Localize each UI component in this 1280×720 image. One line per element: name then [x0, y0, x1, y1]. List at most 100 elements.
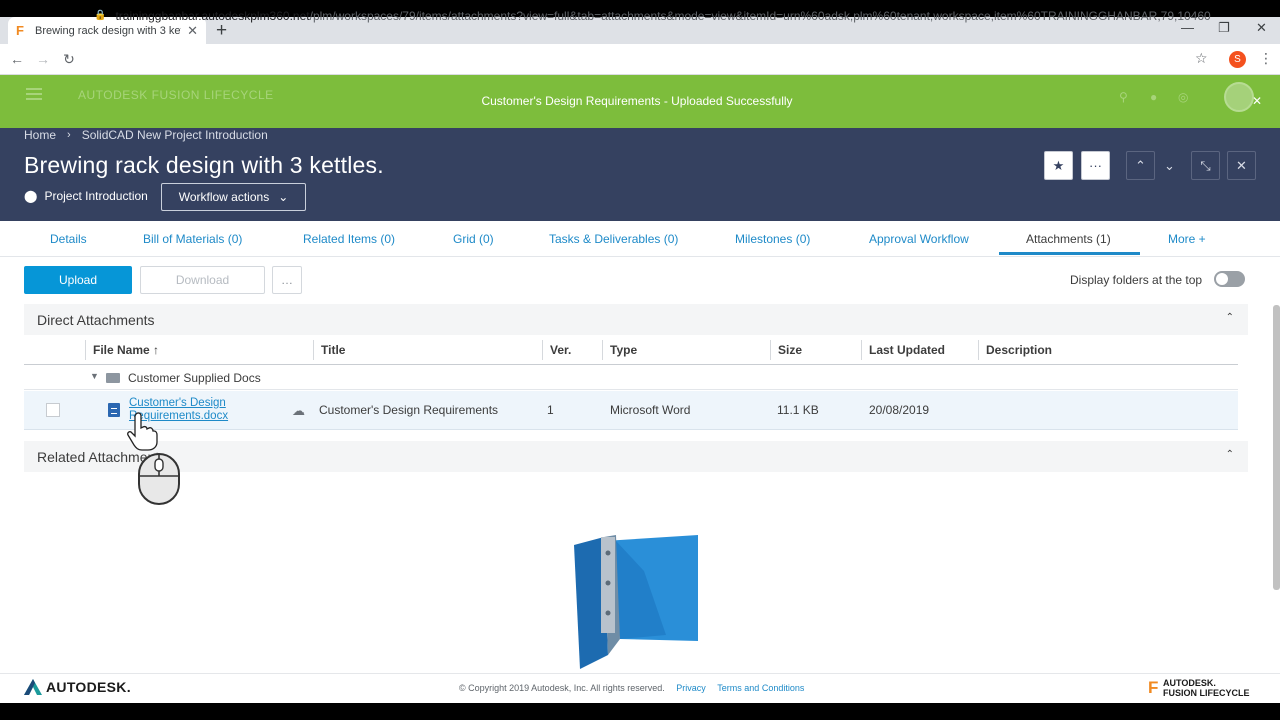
back-icon[interactable]: ←	[4, 51, 30, 67]
file-size: 11.1 KB	[777, 403, 819, 417]
empty-binder-icon	[574, 535, 698, 669]
column-divider	[602, 340, 603, 360]
next-item-icon[interactable]: ⌄	[1155, 151, 1184, 180]
autodesk-logo[interactable]: AUTODESK.	[24, 679, 131, 695]
previous-item-icon[interactable]: ⌃	[1126, 151, 1155, 180]
tab-grid[interactable]: Grid (0)	[453, 232, 494, 246]
file-title: Customer's Design Requirements	[319, 403, 499, 417]
url-path: /plm/workspaces/79/items/attachments?vie…	[309, 8, 1211, 23]
page-title: Brewing rack design with 3 kettles.	[24, 152, 384, 178]
direct-attachments-title: Direct Attachments	[37, 311, 155, 328]
window-close-icon[interactable]: ✕	[1256, 20, 1267, 36]
upload-button[interactable]: Upload	[24, 266, 132, 294]
row-checkbox[interactable]	[46, 403, 60, 417]
scrollbar[interactable]	[1273, 305, 1280, 590]
success-toast: Customer's Design Requirements - Uploade…	[481, 94, 793, 108]
hand-cursor-icon	[127, 412, 158, 451]
workflow-state: ⬤ Project Introduction	[24, 189, 148, 203]
forward-icon[interactable]: →	[30, 51, 56, 67]
browser-menu-icon[interactable]: ⋮	[1259, 50, 1273, 67]
chevron-right-icon: ›	[67, 129, 71, 141]
folder-icon	[106, 373, 120, 383]
hamburger-menu-icon[interactable]	[26, 88, 42, 103]
word-document-icon	[108, 403, 120, 417]
tab-tasks[interactable]: Tasks & Deliverables (0)	[549, 232, 678, 246]
column-divider	[861, 340, 862, 360]
column-divider	[770, 340, 771, 360]
direct-attachments-header[interactable]: Direct Attachments ⌃	[24, 304, 1248, 335]
column-divider	[313, 340, 314, 360]
tab-bom[interactable]: Bill of Materials (0)	[143, 232, 242, 246]
tab-approval-workflow[interactable]: Approval Workflow	[869, 232, 969, 246]
fusion-f-icon: F	[1148, 678, 1159, 697]
folder-name: Customer Supplied Docs	[128, 371, 261, 385]
folder-row[interactable]: ▼ Customer Supplied Docs	[24, 366, 1238, 390]
cloud-upload-icon[interactable]: ☁	[292, 403, 305, 419]
copyright: © Copyright 2019 Autodesk, Inc. All righ…	[459, 683, 804, 693]
collapse-chevron-icon[interactable]: ⌃	[1226, 312, 1234, 323]
collapse-view-icon[interactable]: ⤡	[1191, 151, 1220, 180]
file-last-updated: 20/08/2019	[869, 403, 930, 417]
col-file-name-label: File Name	[93, 343, 150, 357]
more-actions-icon[interactable]: ···	[1081, 151, 1110, 180]
col-size[interactable]: Size	[778, 343, 802, 357]
workflow-state-label: Project Introduction	[44, 189, 148, 203]
notification-icon[interactable]: ●	[1150, 90, 1157, 104]
sort-ascending-icon: ↑	[153, 343, 160, 357]
favorite-star-icon[interactable]: ★	[1044, 151, 1073, 180]
folders-toggle-label: Display folders at the top	[1070, 273, 1203, 287]
copyright-text: © Copyright 2019 Autodesk, Inc. All righ…	[459, 683, 665, 693]
workflow-actions-button[interactable]: Workflow actions ⌄	[161, 183, 306, 211]
toast-close-icon[interactable]: ✕	[1252, 94, 1262, 108]
bookmark-star-icon[interactable]: ☆	[1195, 50, 1208, 67]
user-avatar[interactable]	[1224, 82, 1254, 112]
expand-caret-icon[interactable]: ▼	[90, 371, 99, 381]
close-item-icon[interactable]: ✕	[1227, 151, 1256, 180]
active-tab-indicator	[999, 252, 1140, 255]
profile-avatar[interactable]: S	[1229, 51, 1246, 68]
reload-icon[interactable]: ↻	[56, 51, 82, 68]
autodesk-a-icon	[24, 679, 42, 695]
table-row[interactable]: Customer's Design Requirements.docx ☁ Cu…	[24, 391, 1238, 430]
fusion-lifecycle-logo: F AUTODESK. FUSION LIFECYCLE	[1148, 678, 1250, 698]
file-type: Microsoft Word	[610, 403, 691, 417]
column-divider	[978, 340, 979, 360]
toolbar-more-button[interactable]: …	[272, 266, 302, 294]
download-button[interactable]: Download	[140, 266, 265, 294]
url-field[interactable]: 🔒 traininggbanbar.autodeskplm360.net/plm…	[94, 3, 1216, 28]
fusion-favicon-icon: F	[16, 22, 24, 38]
col-type[interactable]: Type	[610, 343, 637, 357]
restore-icon[interactable]: ❐	[1218, 20, 1230, 36]
search-icon[interactable]: ⚲	[1119, 90, 1128, 104]
tab-related-items[interactable]: Related Items (0)	[303, 232, 395, 246]
tab-attachments[interactable]: Attachments (1)	[1026, 232, 1111, 246]
column-divider	[542, 340, 543, 360]
col-file-name[interactable]: File Name ↑	[93, 343, 159, 357]
related-attachments-header[interactable]: Related Attachments ⌃	[24, 441, 1248, 472]
mouse-click-icon	[138, 453, 180, 505]
breadcrumb: Home › SolidCAD New Project Introduction	[24, 128, 268, 142]
workflow-actions-label: Workflow actions	[178, 190, 270, 204]
attachments-grid-header: File Name ↑ Title Ver. Type Size Last Up…	[24, 336, 1238, 365]
terms-link[interactable]: Terms and Conditions	[717, 683, 804, 693]
address-bar: ← → ↻	[0, 44, 1280, 75]
tab-milestones[interactable]: Milestones (0)	[735, 232, 810, 246]
autodesk-logo-text: AUTODESK.	[46, 679, 131, 695]
help-icon[interactable]: ◎	[1178, 90, 1188, 104]
col-version[interactable]: Ver.	[550, 343, 571, 357]
col-last-updated[interactable]: Last Updated	[869, 343, 945, 357]
privacy-link[interactable]: Privacy	[676, 683, 706, 693]
folders-toggle[interactable]	[1214, 271, 1245, 287]
breadcrumb-workspace[interactable]: SolidCAD New Project Introduction	[82, 128, 268, 142]
fusion-logo-line2: FUSION LIFECYCLE	[1163, 688, 1250, 698]
breadcrumb-home[interactable]: Home	[24, 128, 56, 142]
tab-details[interactable]: Details	[50, 232, 87, 246]
col-title[interactable]: Title	[321, 343, 345, 357]
collapse-chevron-icon[interactable]: ⌃	[1226, 449, 1234, 460]
fusion-lifecycle-text: AUTODESK. FUSION LIFECYCLE	[1163, 678, 1250, 698]
column-divider	[85, 340, 86, 360]
file-version: 1	[547, 403, 554, 417]
col-description[interactable]: Description	[986, 343, 1052, 357]
app-brand: AUTODESK FUSION LIFECYCLE	[78, 88, 274, 102]
tab-more[interactable]: More +	[1168, 232, 1206, 246]
